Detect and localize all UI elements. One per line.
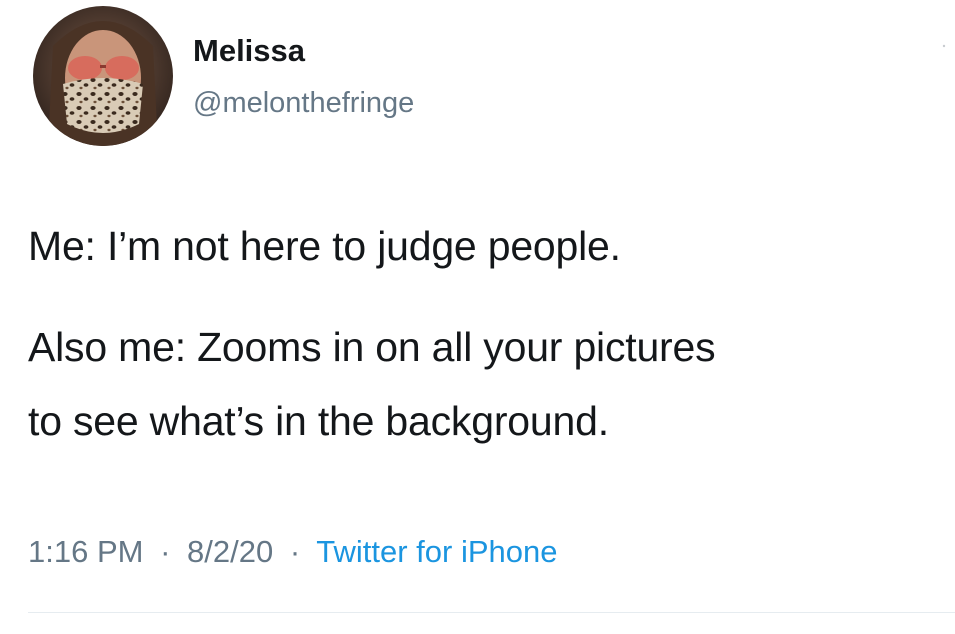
chevron-down-icon[interactable] bbox=[940, 42, 948, 50]
tweet-card: Melissa @melonthefringe Me: I’m not here… bbox=[0, 0, 955, 634]
meta-separator: · bbox=[289, 534, 301, 569]
tweet-time[interactable]: 1:16 PM bbox=[28, 534, 143, 569]
profile-photo-icon bbox=[33, 6, 173, 146]
author-name[interactable]: Melissa bbox=[193, 33, 305, 69]
tweet-text-line: to see what’s in the background. bbox=[28, 398, 609, 444]
tweet-source-link[interactable]: Twitter for iPhone bbox=[316, 534, 557, 569]
author-handle[interactable]: @melonthefringe bbox=[193, 87, 414, 120]
tweet-date[interactable]: 8/2/20 bbox=[187, 534, 273, 569]
avatar[interactable] bbox=[33, 6, 173, 146]
divider bbox=[28, 612, 955, 613]
tweet-text-line: Also me: Zooms in on all your pictures bbox=[28, 324, 716, 370]
tweet-metadata: 1:16 PM · 8/2/20 · Twitter for iPhone bbox=[28, 534, 557, 570]
tweet-text-line: Me: I’m not here to judge people. bbox=[28, 223, 621, 269]
meta-separator: · bbox=[160, 534, 171, 569]
